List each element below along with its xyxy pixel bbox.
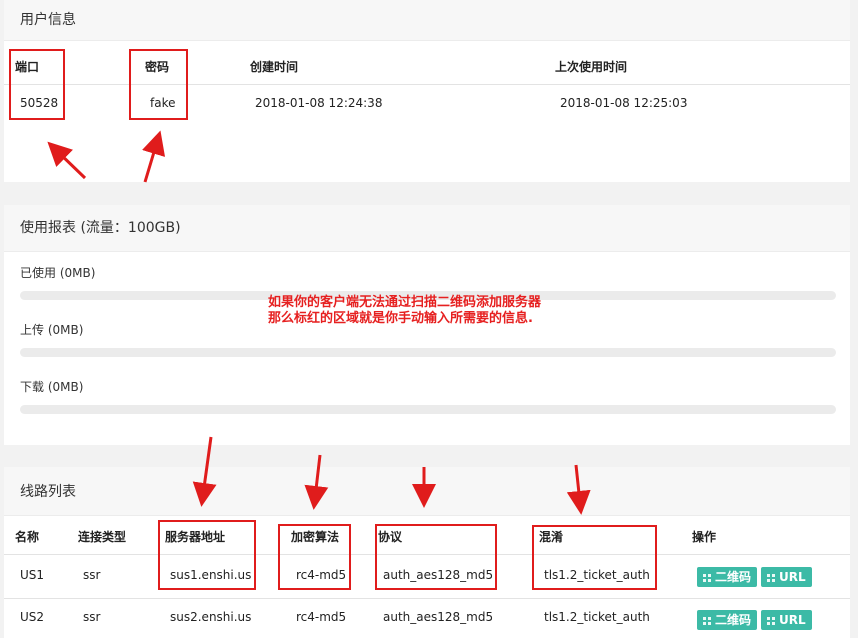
method-highlight-box bbox=[278, 524, 351, 590]
protocol-highlight-box bbox=[375, 524, 497, 590]
qrcode-button[interactable]: 二维码 bbox=[697, 567, 758, 587]
url-button[interactable]: URL bbox=[761, 567, 812, 587]
upload-progress-bar bbox=[20, 348, 836, 357]
port-highlight-box bbox=[9, 49, 65, 120]
created-header: 创建时间 bbox=[250, 60, 299, 74]
url-button-label: URL bbox=[779, 570, 806, 584]
server-lines-title: 线路列表 bbox=[4, 467, 850, 516]
type-header: 连接类型 bbox=[78, 530, 127, 544]
created-value: 2018-01-08 12:24:38 bbox=[255, 96, 383, 110]
qrcode-icon bbox=[703, 574, 711, 582]
qrcode-button-label: 二维码 bbox=[715, 570, 752, 584]
usage-report-title: 使用报表 (流量：100GB) bbox=[4, 205, 850, 252]
url-button[interactable]: URL bbox=[761, 610, 812, 630]
obfs-highlight-box bbox=[532, 525, 657, 590]
download-label: 下载 (0MB) bbox=[20, 380, 84, 394]
row-name: US2 bbox=[20, 610, 45, 624]
server-highlight-box bbox=[158, 520, 256, 590]
upload-label: 上传 (0MB) bbox=[20, 323, 84, 337]
row-type: ssr bbox=[83, 568, 101, 582]
last-used-value: 2018-01-08 12:25:03 bbox=[560, 96, 688, 110]
table-divider bbox=[4, 598, 850, 599]
last-used-header: 上次使用时间 bbox=[555, 60, 628, 74]
qrcode-button[interactable]: 二维码 bbox=[697, 610, 758, 630]
user-info-title: 用户信息 bbox=[4, 0, 850, 41]
download-progress-bar bbox=[20, 405, 836, 414]
row-protocol: auth_aes128_md5 bbox=[383, 610, 494, 624]
actions-header: 操作 bbox=[692, 530, 717, 544]
url-button-label: URL bbox=[779, 613, 806, 627]
annotation-line-2: 那么标红的区域就是你手动输入所需要的信息. bbox=[268, 311, 533, 326]
name-header: 名称 bbox=[15, 530, 40, 544]
qrcode-icon bbox=[767, 617, 775, 625]
password-highlight-box bbox=[129, 49, 188, 120]
row-type: ssr bbox=[83, 610, 101, 624]
used-label: 已使用 (0MB) bbox=[20, 266, 96, 280]
qrcode-icon bbox=[767, 574, 775, 582]
row-server: sus2.enshi.us bbox=[170, 610, 252, 624]
row-obfs: tls1.2_ticket_auth bbox=[544, 610, 650, 624]
qrcode-button-label: 二维码 bbox=[715, 613, 752, 627]
qrcode-icon bbox=[703, 617, 711, 625]
row-name: US1 bbox=[20, 568, 45, 582]
row-method: rc4-md5 bbox=[296, 610, 347, 624]
